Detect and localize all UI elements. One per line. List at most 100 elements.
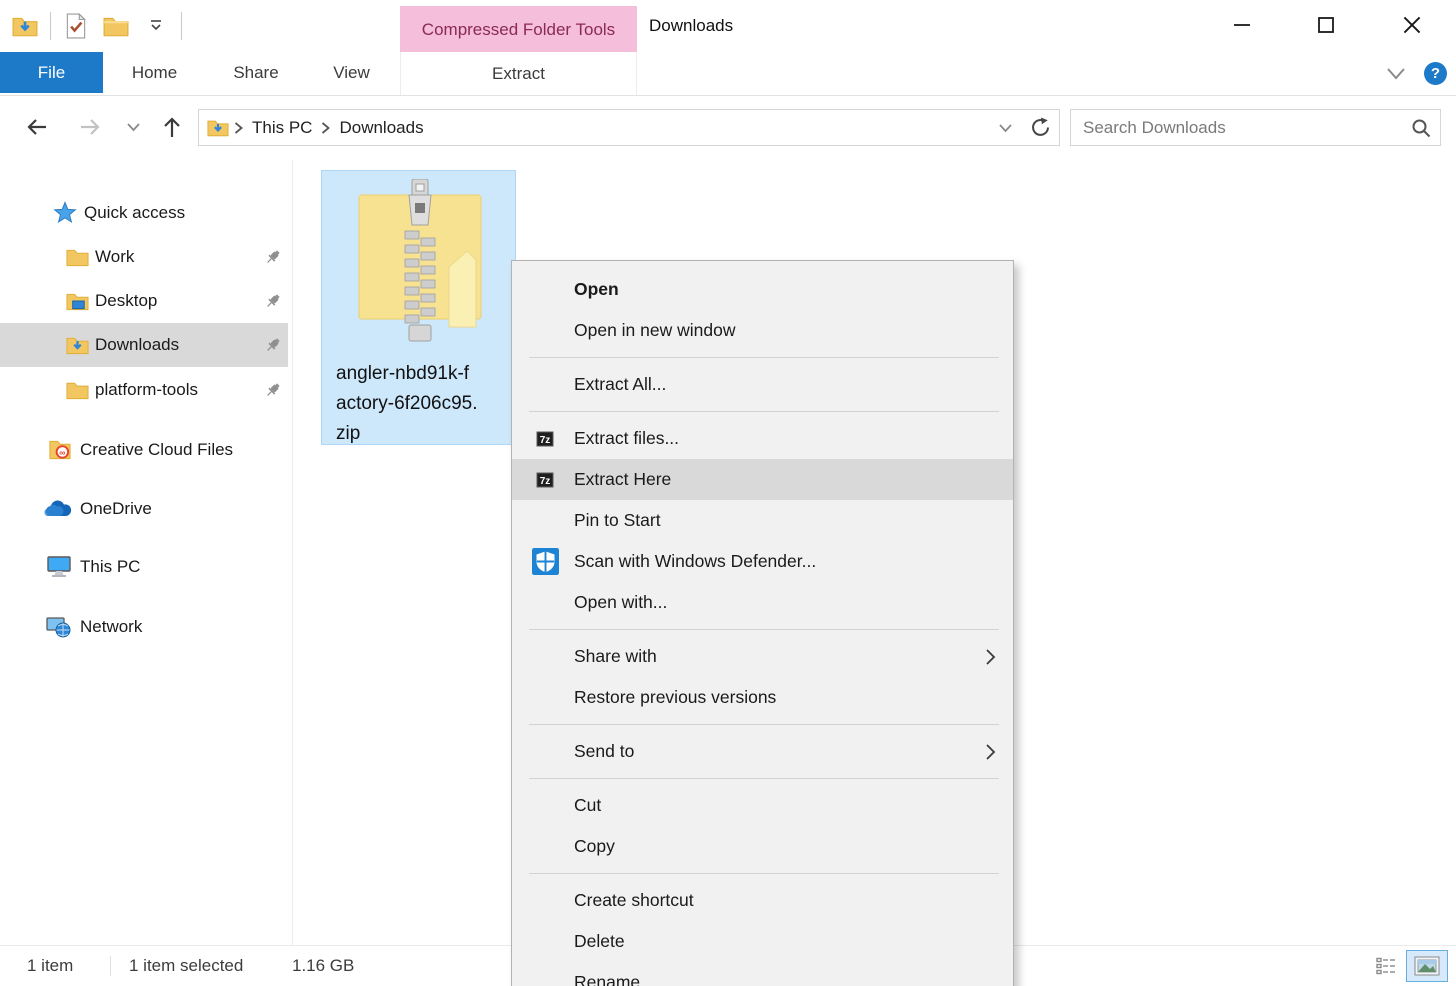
menu-item-delete[interactable]: Delete: [512, 921, 1013, 962]
contextual-tab-group-label: Compressed Folder Tools: [400, 6, 637, 53]
menu-item-cut[interactable]: Cut: [512, 785, 1013, 826]
sidebar-item-desktop[interactable]: Desktop: [0, 279, 288, 323]
svg-text:∞: ∞: [59, 447, 65, 457]
up-button[interactable]: [155, 110, 189, 144]
sidebar-item-creative-cloud-files[interactable]: ∞ Creative Cloud Files: [0, 428, 288, 472]
search-box: [1070, 109, 1441, 146]
close-button[interactable]: [1390, 8, 1434, 42]
onedrive-cloud-icon: [42, 496, 74, 522]
menu-separator: [529, 411, 999, 412]
chevron-right-icon[interactable]: [316, 121, 335, 135]
sidebar-item-label: OneDrive: [80, 499, 152, 519]
sidebar-item-network[interactable]: Network: [0, 605, 288, 649]
sidebar-item-label: platform-tools: [95, 380, 198, 400]
menu-item-copy[interactable]: Copy: [512, 826, 1013, 867]
new-folder-icon[interactable]: [101, 11, 131, 41]
menu-separator: [529, 778, 999, 779]
recent-locations-chevron-icon[interactable]: [120, 110, 146, 144]
details-view-button[interactable]: [1368, 950, 1404, 982]
file-name-line: zip: [336, 419, 478, 449]
menu-item-extract-here[interactable]: 7z Extract Here: [512, 459, 1013, 500]
file-item-zip[interactable]: angler-nbd91k-f actory-6f206c95. zip: [321, 170, 516, 445]
pin-icon[interactable]: [262, 290, 284, 312]
file-explorer-window: Compressed Folder Tools Downloads File H…: [0, 0, 1456, 986]
sidebar-item-downloads[interactable]: Downloads: [0, 323, 288, 367]
menu-item-extract-all[interactable]: Extract All...: [512, 364, 1013, 405]
menu-item-open-in-new-window[interactable]: Open in new window: [512, 310, 1013, 351]
creative-cloud-folder-icon: ∞: [46, 437, 72, 463]
pin-icon[interactable]: [262, 334, 284, 356]
folder-icon: [64, 244, 90, 270]
pin-icon[interactable]: [262, 379, 284, 401]
menu-item-label: Open: [574, 279, 619, 300]
chevron-right-icon[interactable]: [229, 121, 248, 135]
sidebar-item-quick-access[interactable]: Quick access: [0, 191, 288, 235]
menu-item-scan-with-windows-defender[interactable]: Scan with Windows Defender...: [512, 541, 1013, 582]
menu-item-send-to[interactable]: Send to: [512, 731, 1013, 772]
menu-item-restore-previous-versions[interactable]: Restore previous versions: [512, 677, 1013, 718]
7zip-icon: 7z: [530, 471, 560, 489]
toolbar-separator: [50, 12, 51, 40]
menu-item-share-with[interactable]: Share with: [512, 636, 1013, 677]
sidebar-item-onedrive[interactable]: OneDrive: [0, 487, 288, 531]
back-button[interactable]: [20, 110, 54, 144]
menu-item-open[interactable]: Open: [512, 269, 1013, 310]
selection-count: 1 item selected: [129, 956, 243, 976]
menu-separator: [529, 724, 999, 725]
forward-button[interactable]: [73, 110, 107, 144]
help-button[interactable]: ?: [1424, 62, 1447, 85]
menu-item-label: Delete: [574, 931, 625, 952]
menu-item-extract-files[interactable]: 7z Extract files...: [512, 418, 1013, 459]
sidebar-item-label: Network: [80, 617, 142, 637]
sidebar-item-platform-tools[interactable]: platform-tools: [0, 368, 288, 412]
windows-defender-shield-icon: [530, 548, 560, 575]
folder-icon: [64, 377, 90, 403]
menu-item-rename[interactable]: Rename: [512, 962, 1013, 986]
menu-item-label: Extract files...: [574, 428, 679, 449]
address-bar[interactable]: This PC Downloads: [198, 109, 1022, 146]
quick-access-toolbar: [10, 8, 182, 44]
menu-separator: [529, 873, 999, 874]
navigation-bar: This PC Downloads: [0, 96, 1456, 160]
pin-icon[interactable]: [262, 246, 284, 268]
collapse-ribbon-chevron-icon[interactable]: [1382, 60, 1410, 88]
maximize-button[interactable]: [1304, 8, 1348, 42]
menu-item-label: Restore previous versions: [574, 687, 776, 708]
address-dropdown-chevron-icon[interactable]: [998, 123, 1013, 133]
downloads-folder-icon[interactable]: [10, 11, 40, 41]
menu-item-pin-to-start[interactable]: Pin to Start: [512, 500, 1013, 541]
sidebar-item-label: Desktop: [95, 291, 157, 311]
menu-item-label: Extract All...: [574, 374, 666, 395]
breadcrumb-downloads[interactable]: Downloads: [335, 118, 427, 138]
downloads-folder-icon: [64, 332, 90, 358]
sidebar-item-label: Downloads: [95, 335, 179, 355]
file-name-line: angler-nbd91k-f: [336, 359, 478, 389]
desktop-folder-icon: [64, 288, 90, 314]
refresh-button[interactable]: [1021, 109, 1060, 146]
sidebar-item-this-pc[interactable]: This PC: [0, 545, 288, 589]
menu-item-open-with[interactable]: Open with...: [512, 582, 1013, 623]
tab-extract[interactable]: Extract: [400, 52, 637, 95]
menu-item-label: Pin to Start: [574, 510, 661, 531]
navigation-pane: Quick access Work Desktop: [0, 160, 293, 945]
tab-share[interactable]: Share: [213, 52, 299, 93]
tab-view[interactable]: View: [309, 52, 394, 93]
properties-check-document-icon[interactable]: [61, 11, 91, 41]
computer-icon: [44, 554, 74, 580]
submenu-arrow-icon: [984, 647, 997, 667]
large-icons-view-button[interactable]: [1406, 950, 1448, 982]
menu-item-label: Share with: [574, 646, 657, 667]
tab-home[interactable]: Home: [112, 52, 197, 93]
search-input[interactable]: [1071, 118, 1402, 138]
tab-file[interactable]: File: [0, 52, 103, 93]
customize-toolbar-chevron-icon[interactable]: [141, 11, 171, 41]
toolbar-separator: [181, 12, 182, 40]
sidebar-item-work[interactable]: Work: [0, 235, 288, 279]
breadcrumb-this-pc[interactable]: This PC: [248, 118, 316, 138]
menu-item-label: Create shortcut: [574, 890, 694, 911]
selection-size: 1.16 GB: [292, 956, 354, 976]
minimize-button[interactable]: [1220, 8, 1264, 42]
search-icon[interactable]: [1402, 118, 1440, 138]
menu-item-create-shortcut[interactable]: Create shortcut: [512, 880, 1013, 921]
menu-item-label: Copy: [574, 836, 615, 857]
